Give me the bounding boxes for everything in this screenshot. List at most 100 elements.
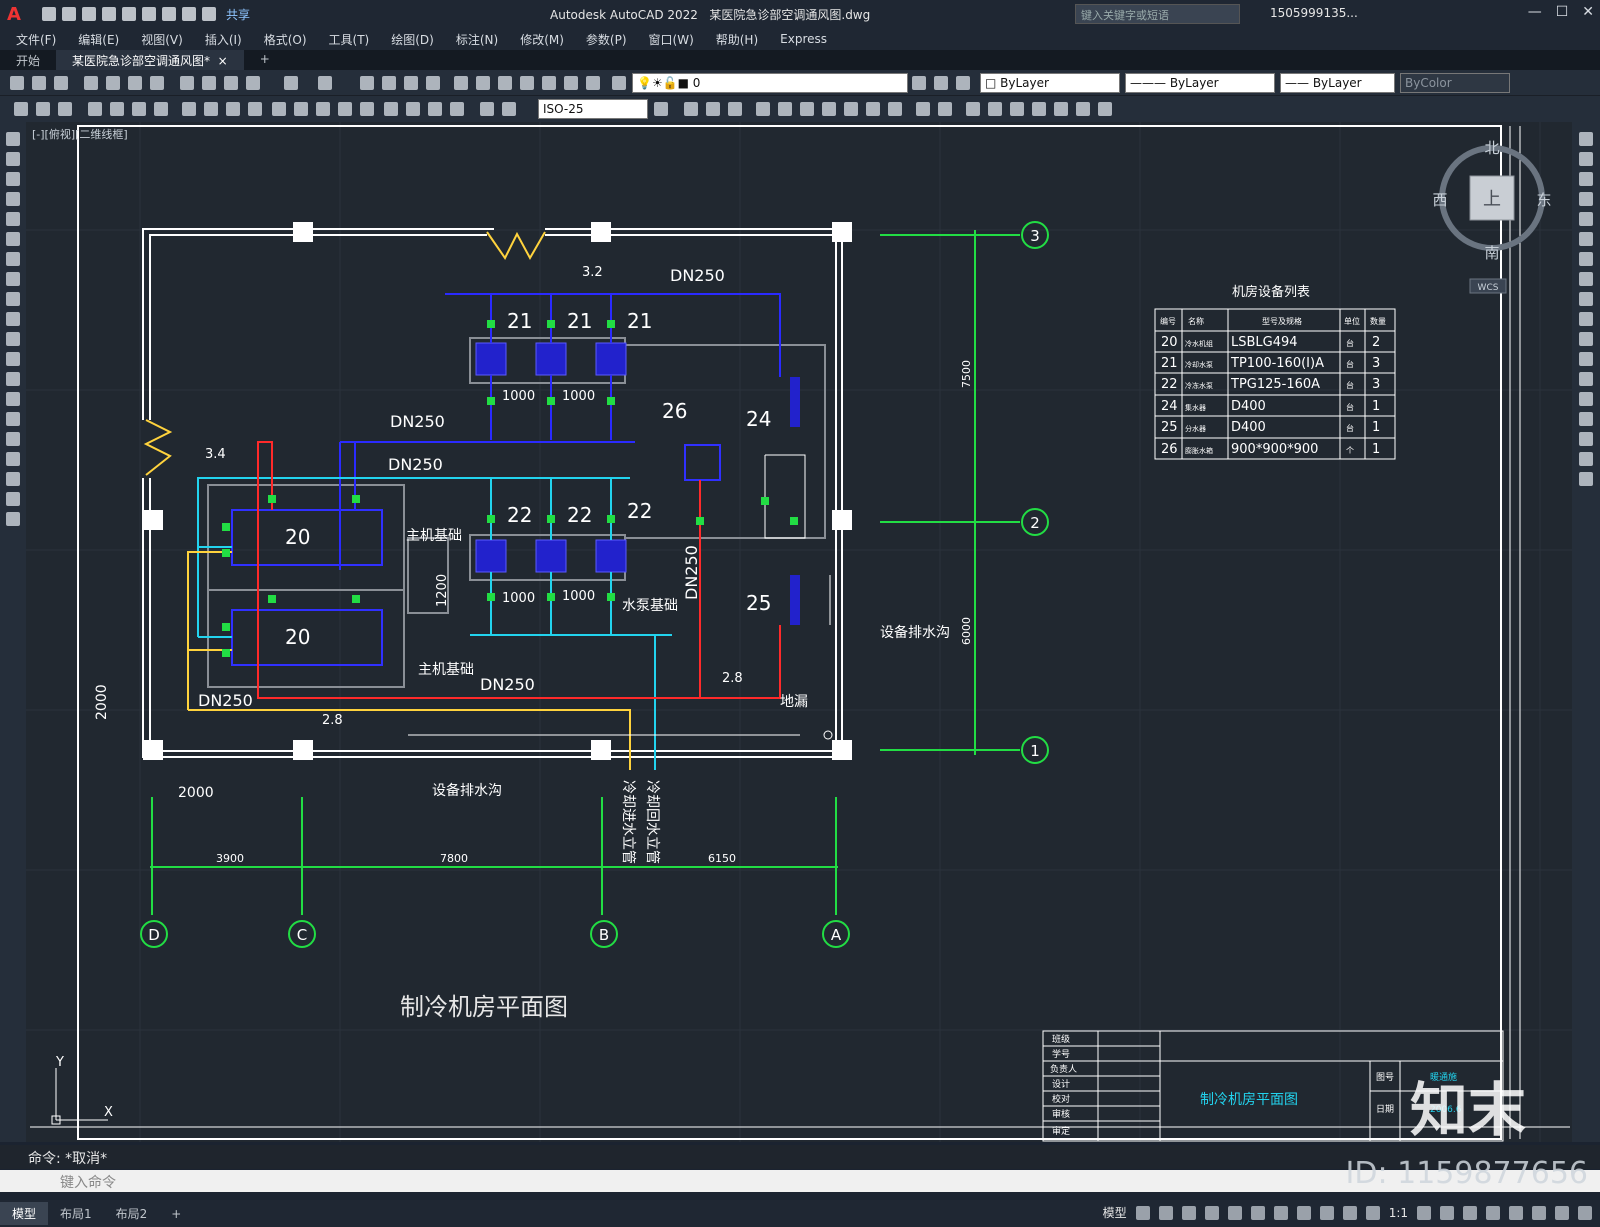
- tab-model[interactable]: 模型: [0, 1202, 49, 1225]
- tab-document[interactable]: 某医院急诊部空调通风图* ×: [56, 50, 244, 70]
- clean-screen-icon[interactable]: [1555, 1205, 1569, 1220]
- ellipse-icon[interactable]: [6, 312, 20, 326]
- aligned-dim-icon[interactable]: [110, 102, 124, 116]
- jogged-linear-icon[interactable]: [450, 102, 464, 116]
- lineweight-icon[interactable]: [1296, 1205, 1311, 1220]
- blend-icon[interactable]: [1579, 452, 1593, 466]
- tab-add[interactable]: +: [244, 50, 286, 70]
- break-icon[interactable]: [916, 102, 930, 116]
- web-open-icon[interactable]: [122, 7, 136, 21]
- open-icon[interactable]: [32, 76, 46, 90]
- join-icon[interactable]: [938, 102, 952, 116]
- ungroup-icon[interactable]: [1098, 102, 1112, 116]
- dim-text-edit-icon[interactable]: [502, 102, 516, 116]
- linetype-dropdown[interactable]: ——— ByLayer: [1125, 73, 1275, 93]
- viewcube[interactable]: 上 北 南 西 东 WCS: [1432, 139, 1552, 294]
- tab-add-layout[interactable]: +: [159, 1204, 193, 1224]
- ordinate-dim-icon[interactable]: [154, 102, 168, 116]
- diameter-dim-icon[interactable]: [226, 102, 240, 116]
- array-icon[interactable]: [1579, 212, 1593, 226]
- scale-icon[interactable]: [1579, 272, 1593, 286]
- circle-icon[interactable]: [6, 252, 20, 266]
- tab-close-icon[interactable]: ×: [218, 54, 228, 68]
- spline-icon[interactable]: [6, 292, 20, 306]
- help-icon[interactable]: [586, 76, 600, 90]
- autocad-logo-icon[interactable]: A: [0, 0, 28, 28]
- construction-line-icon[interactable]: [6, 152, 20, 166]
- dim-break-icon[interactable]: [360, 102, 374, 116]
- calculator-icon[interactable]: [564, 76, 578, 90]
- new-icon[interactable]: [42, 7, 56, 21]
- chamfer-icon[interactable]: [1579, 412, 1593, 426]
- layer-state-icon[interactable]: [956, 76, 970, 90]
- maximize-icon[interactable]: ☐: [1556, 4, 1569, 20]
- fillet-icon[interactable]: [1579, 432, 1593, 446]
- save-icon[interactable]: [82, 7, 96, 21]
- inspect-icon[interactable]: [428, 102, 442, 116]
- polyline-icon[interactable]: [6, 172, 20, 186]
- transparency-icon[interactable]: [1319, 1205, 1334, 1220]
- linear-dim-icon[interactable]: [88, 102, 102, 116]
- layer-properties-icon[interactable]: [612, 76, 626, 90]
- dimstyle-dropdown[interactable]: ISO-25: [538, 99, 648, 119]
- user-account[interactable]: 1505999135...: [1270, 6, 1358, 20]
- redo-icon[interactable]: [318, 76, 332, 90]
- ortho-icon[interactable]: [1181, 1205, 1196, 1220]
- 3d-print-icon[interactable]: [150, 76, 164, 90]
- object-snap-tracking-icon[interactable]: [1250, 1205, 1265, 1220]
- menu-help[interactable]: 帮助(H): [716, 31, 758, 48]
- fillet-icon[interactable]: [988, 102, 1002, 116]
- hatch-icon[interactable]: [6, 412, 20, 426]
- menu-window[interactable]: 窗口(W): [649, 31, 694, 48]
- arc-icon[interactable]: [6, 232, 20, 246]
- sheet-set-icon[interactable]: [520, 76, 534, 90]
- region-icon[interactable]: [6, 452, 20, 466]
- open-icon[interactable]: [62, 7, 76, 21]
- viewport-label[interactable]: [-][俯视][二维线框]: [32, 127, 128, 141]
- annotation-scale[interactable]: 1:1: [1389, 1206, 1408, 1220]
- menu-parametric[interactable]: 参数(P): [586, 31, 627, 48]
- match-properties-icon[interactable]: [246, 76, 260, 90]
- viewcube-east[interactable]: 东: [1536, 191, 1551, 209]
- tool-palettes-icon[interactable]: [498, 76, 512, 90]
- customization-icon[interactable]: [1578, 1205, 1592, 1220]
- arc-length-icon[interactable]: [132, 102, 146, 116]
- line-icon[interactable]: [6, 132, 20, 146]
- layer-icon[interactable]: [36, 102, 50, 116]
- insert-block-icon[interactable]: [6, 352, 20, 366]
- radius-dim-icon[interactable]: [182, 102, 196, 116]
- make-block-icon[interactable]: [6, 372, 20, 386]
- chamfer-icon[interactable]: [966, 102, 980, 116]
- print-icon[interactable]: [162, 7, 176, 21]
- menu-tools[interactable]: 工具(T): [329, 31, 370, 48]
- table-icon[interactable]: [6, 472, 20, 486]
- undo-icon[interactable]: [284, 76, 298, 90]
- jogged-dim-icon[interactable]: [204, 102, 218, 116]
- mtext-icon[interactable]: [6, 492, 20, 506]
- viewcube-top[interactable]: 上: [1483, 189, 1501, 210]
- minimize-icon[interactable]: —: [1528, 4, 1542, 20]
- pan-icon[interactable]: [360, 76, 374, 90]
- plotstyle-dropdown[interactable]: ByColor: [1400, 73, 1510, 93]
- isodraft-icon[interactable]: [1227, 1205, 1242, 1220]
- tab-start[interactable]: 开始: [0, 50, 56, 70]
- erase-icon[interactable]: [1579, 132, 1593, 146]
- stretch-icon[interactable]: [844, 102, 858, 116]
- dim-edit-icon[interactable]: [480, 102, 494, 116]
- tab-layout2[interactable]: 布局2: [104, 1202, 160, 1225]
- search-input[interactable]: 键入关键字或短语: [1075, 4, 1240, 24]
- angular-dim-icon[interactable]: [248, 102, 262, 116]
- break-at-point-icon[interactable]: [1579, 352, 1593, 366]
- rotate-icon[interactable]: [800, 102, 814, 116]
- color-dropdown[interactable]: □ ByLayer: [980, 73, 1120, 93]
- ellipse-arc-icon[interactable]: [6, 332, 20, 346]
- publish-icon[interactable]: [128, 76, 142, 90]
- menu-view[interactable]: 视图(V): [141, 31, 183, 48]
- offset-icon[interactable]: [728, 102, 742, 116]
- insert-block-icon[interactable]: [14, 102, 28, 116]
- share-button[interactable]: 共享: [226, 6, 250, 23]
- point-icon[interactable]: [6, 392, 20, 406]
- scale-icon[interactable]: [822, 102, 836, 116]
- baseline-dim-icon[interactable]: [294, 102, 308, 116]
- copy-icon[interactable]: [1579, 152, 1593, 166]
